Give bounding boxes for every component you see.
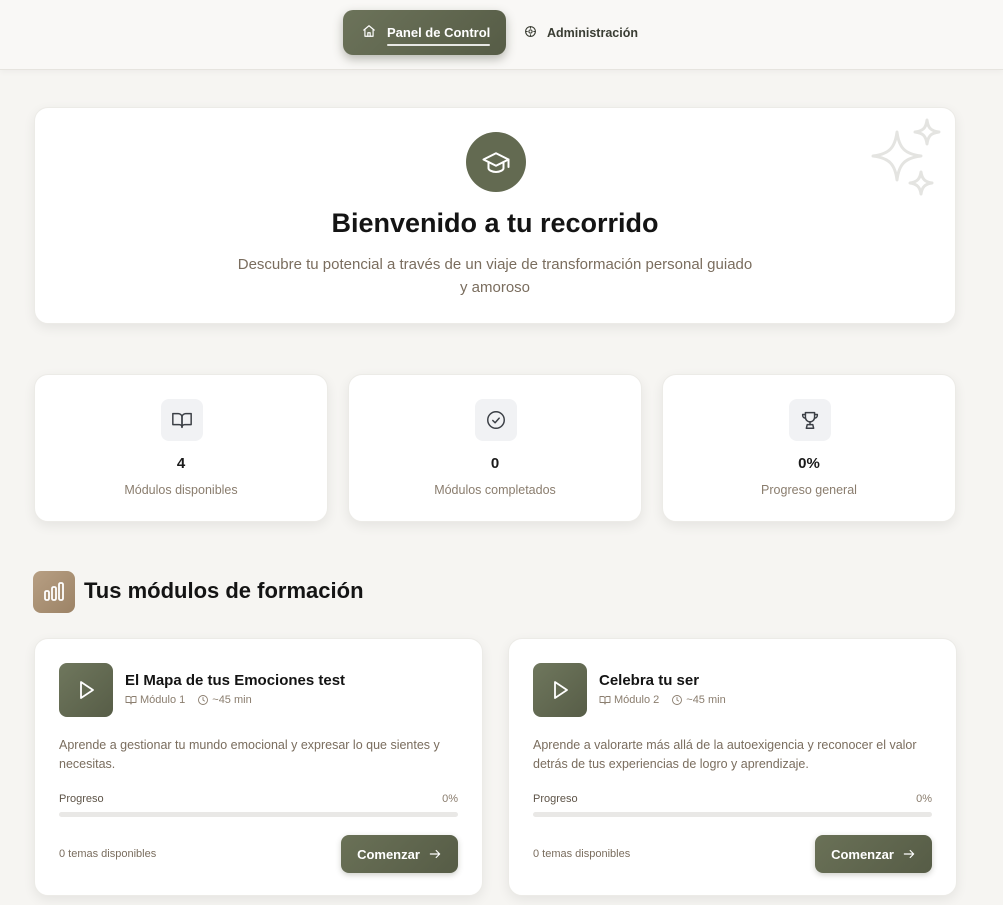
nav-item-administracion[interactable]: Administración bbox=[524, 22, 638, 44]
progress-label: Progreso bbox=[59, 793, 104, 805]
start-button[interactable]: Comenzar bbox=[341, 835, 458, 873]
sparkles-icon bbox=[859, 114, 949, 209]
progress-label: Progreso bbox=[533, 793, 578, 805]
stat-card-modules-completed: 0 Módulos completados bbox=[348, 374, 642, 522]
progress-value: 0% bbox=[916, 793, 932, 805]
module-number: Módulo 1 bbox=[140, 694, 186, 706]
nav-item-label: Panel de Control bbox=[387, 25, 491, 46]
section-title: Tus módulos de formación bbox=[84, 578, 364, 603]
module-card-1: El Mapa de tus Emociones test Módulo 1 ~… bbox=[34, 638, 483, 896]
module-duration: ~45 min bbox=[686, 694, 726, 706]
module-title: Celebra tu ser bbox=[599, 672, 700, 689]
play-icon[interactable] bbox=[59, 663, 113, 717]
hero-subtitle: Descubre tu potencial a través de un via… bbox=[237, 256, 753, 296]
welcome-hero: Bienvenido a tu recorrido Descubre tu po… bbox=[34, 107, 956, 324]
play-icon[interactable] bbox=[533, 663, 587, 717]
module-meta: Módulo 2 ~45 min bbox=[599, 694, 726, 706]
trophy-icon bbox=[789, 399, 831, 441]
clock-icon bbox=[198, 695, 209, 705]
book-open-icon bbox=[161, 399, 203, 441]
stat-label: Progreso general bbox=[761, 483, 857, 497]
topics-count: 0 temas disponibles bbox=[59, 848, 157, 860]
module-description: Aprende a gestionar tu mundo emocional y… bbox=[59, 738, 440, 771]
hero-title: Bienvenido a tu recorrido bbox=[331, 208, 659, 238]
module-duration: ~45 min bbox=[212, 694, 252, 706]
book-open-icon bbox=[599, 696, 611, 705]
settings-icon bbox=[524, 25, 537, 41]
arrow-right-icon bbox=[902, 847, 916, 861]
module-card-2: Celebra tu ser Módulo 2 ~45 min Aprende … bbox=[508, 638, 957, 896]
graduation-cap-icon bbox=[466, 132, 526, 192]
stat-card-modules-available: 4 Módulos disponibles bbox=[34, 374, 328, 522]
progress-bar bbox=[59, 812, 458, 817]
module-number: Módulo 2 bbox=[614, 694, 660, 706]
stat-card-overall-progress: 0% Progreso general bbox=[662, 374, 956, 522]
stat-value: 0% bbox=[798, 455, 820, 472]
stat-value: 4 bbox=[176, 455, 186, 472]
start-button-label: Comenzar bbox=[357, 846, 420, 862]
check-circle-icon bbox=[475, 399, 517, 441]
home-icon bbox=[362, 24, 376, 41]
stat-value: 0 bbox=[490, 455, 500, 472]
arrow-right-icon bbox=[428, 847, 442, 861]
start-button-label: Comenzar bbox=[831, 846, 894, 862]
module-title: El Mapa de tus Emociones test bbox=[125, 672, 346, 689]
book-open-icon bbox=[125, 696, 137, 705]
progress-value: 0% bbox=[442, 793, 458, 805]
progress-bar bbox=[533, 812, 932, 817]
top-nav: Panel de Control Administración bbox=[0, 0, 1003, 70]
start-button[interactable]: Comenzar bbox=[815, 835, 932, 873]
module-meta: Módulo 1 ~45 min bbox=[125, 694, 252, 706]
nav-item-label: Administración bbox=[547, 26, 638, 40]
nav-item-panel-de-control[interactable]: Panel de Control bbox=[343, 10, 506, 55]
stat-label: Módulos completados bbox=[434, 483, 556, 497]
clock-icon bbox=[672, 695, 683, 705]
bar-chart-icon bbox=[33, 571, 75, 613]
stat-label: Módulos disponibles bbox=[124, 483, 238, 497]
module-description: Aprende a valorarte más allá de la autoe… bbox=[533, 738, 917, 771]
topics-count: 0 temas disponibles bbox=[533, 848, 631, 860]
